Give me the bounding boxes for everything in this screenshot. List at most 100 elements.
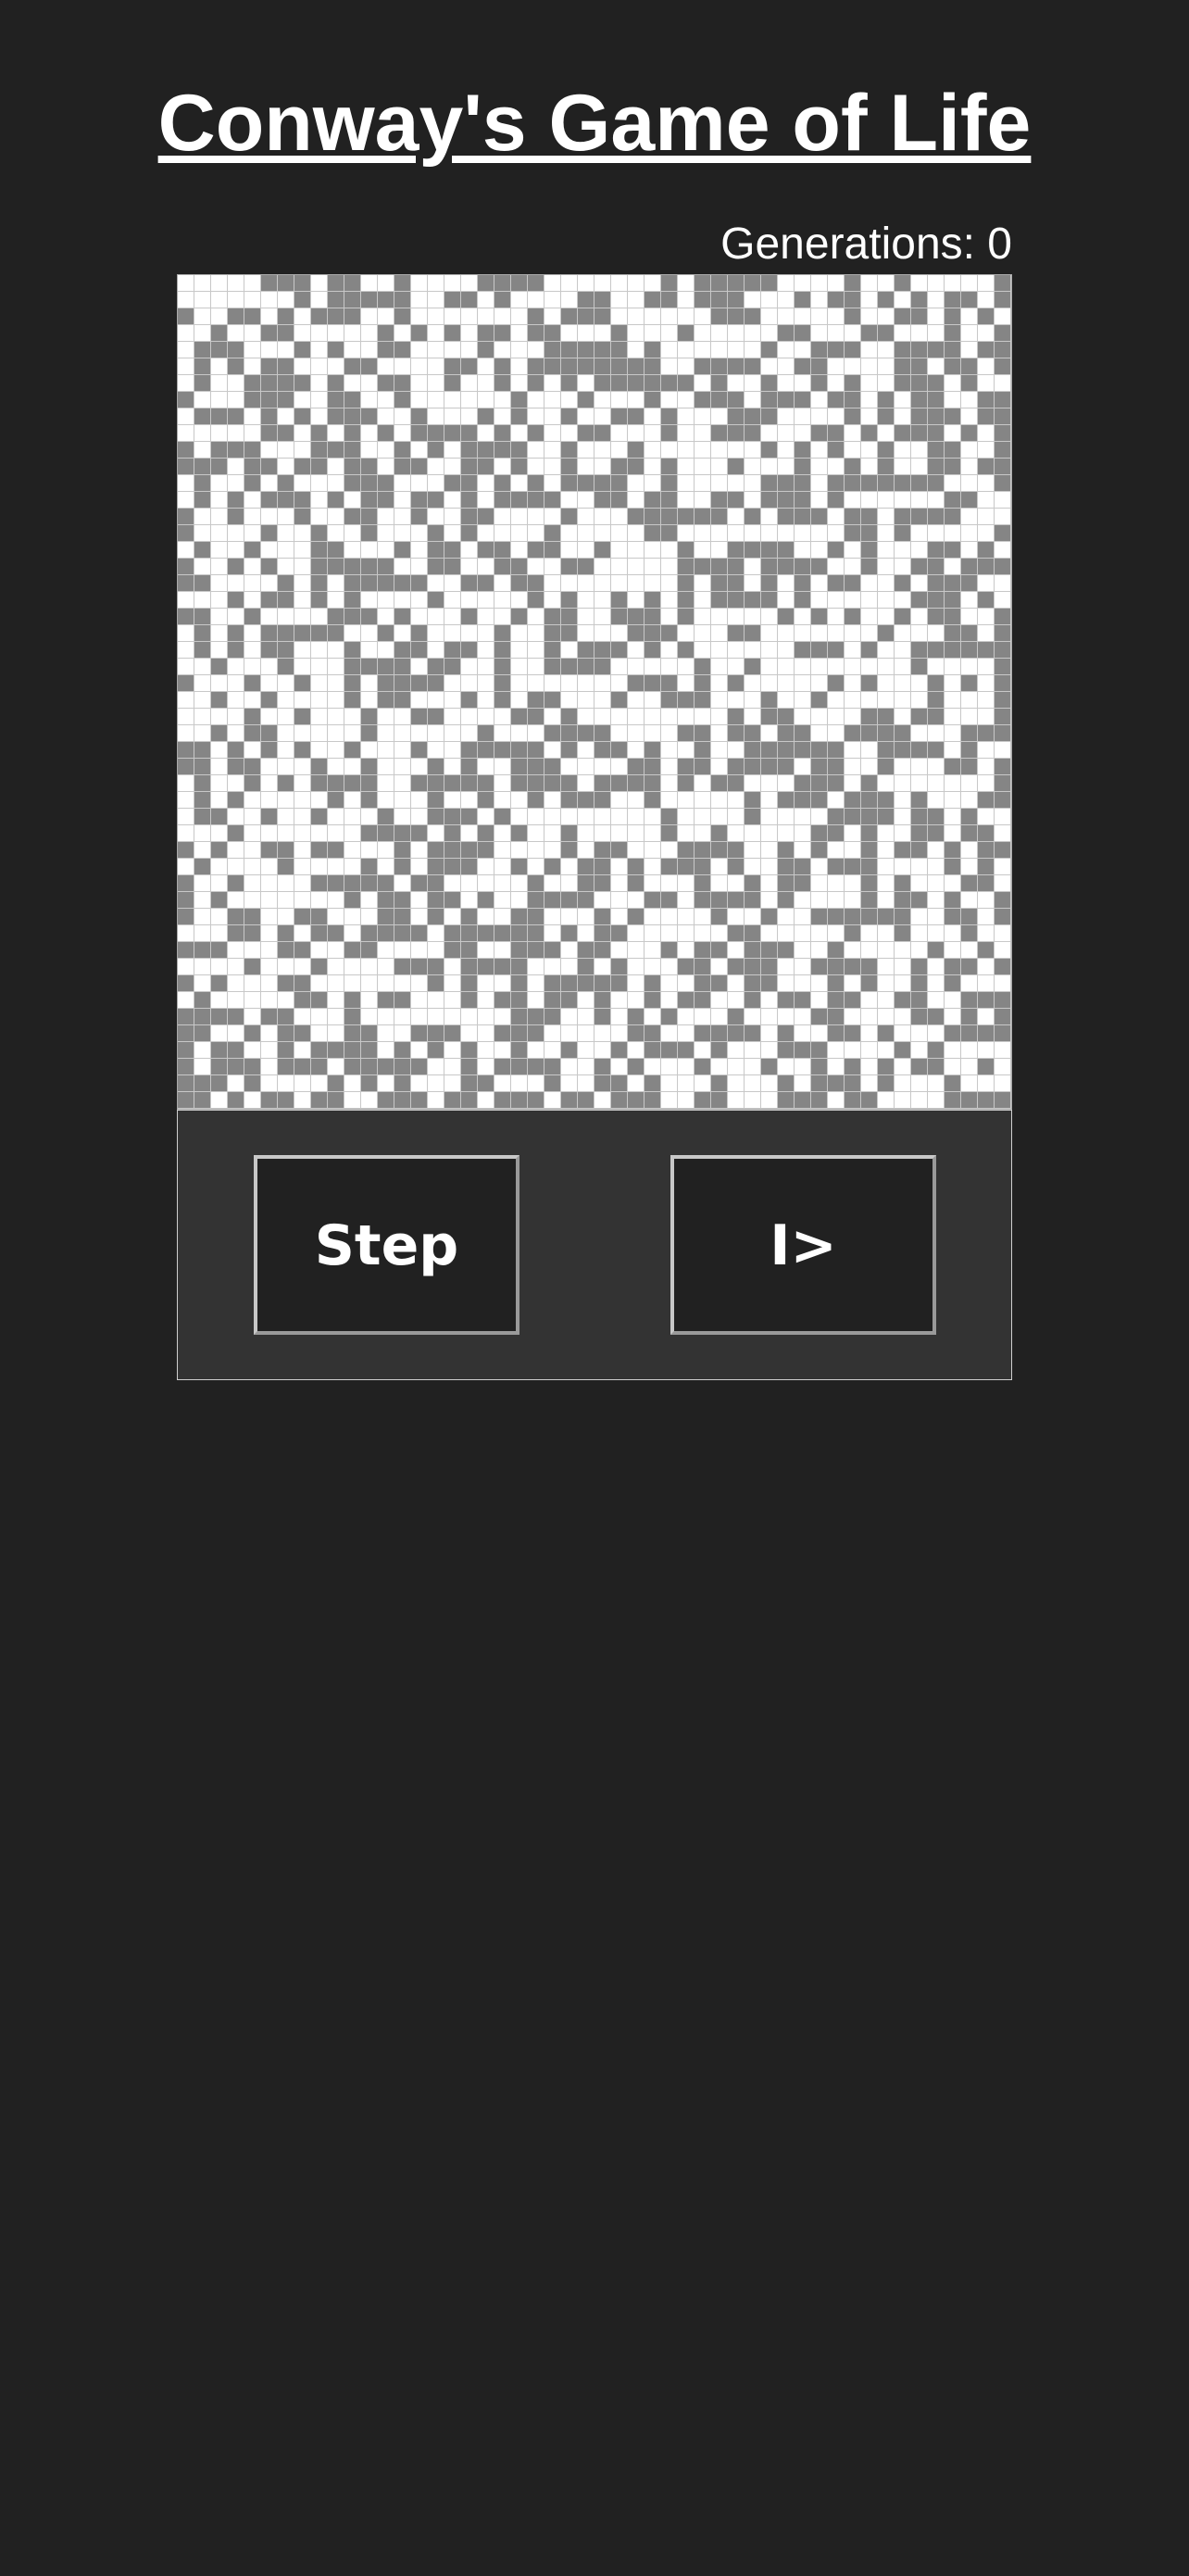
board-cell[interactable]: [645, 809, 661, 825]
board-cell[interactable]: [444, 342, 461, 358]
board-cell[interactable]: [311, 875, 328, 892]
board-cell[interactable]: [244, 909, 261, 925]
board-cell[interactable]: [578, 959, 594, 975]
board-cell[interactable]: [661, 875, 678, 892]
board-cell[interactable]: [194, 459, 211, 475]
board-cell[interactable]: [661, 275, 678, 292]
board-cell[interactable]: [294, 759, 311, 775]
board-cell[interactable]: [628, 575, 645, 592]
board-cell[interactable]: [344, 292, 361, 308]
board-cell[interactable]: [444, 775, 461, 792]
board-cell[interactable]: [378, 892, 394, 909]
board-cell[interactable]: [695, 408, 711, 425]
board-cell[interactable]: [194, 709, 211, 725]
board-cell[interactable]: [828, 709, 845, 725]
board-cell[interactable]: [261, 925, 278, 942]
board-cell[interactable]: [878, 1009, 895, 1025]
board-cell[interactable]: [228, 408, 244, 425]
board-cell[interactable]: [528, 692, 544, 709]
board-cell[interactable]: [678, 992, 695, 1009]
board-cell[interactable]: [778, 925, 795, 942]
board-cell[interactable]: [561, 475, 578, 492]
board-cell[interactable]: [578, 725, 594, 742]
board-cell[interactable]: [878, 925, 895, 942]
board-cell[interactable]: [361, 825, 378, 842]
board-cell[interactable]: [444, 308, 461, 325]
board-cell[interactable]: [194, 692, 211, 709]
board-cell[interactable]: [311, 992, 328, 1009]
board-cell[interactable]: [645, 609, 661, 625]
board-cell[interactable]: [244, 809, 261, 825]
board-cell[interactable]: [478, 909, 494, 925]
board-cell[interactable]: [761, 909, 778, 925]
board-cell[interactable]: [728, 325, 745, 342]
board-cell[interactable]: [261, 375, 278, 392]
board-cell[interactable]: [194, 792, 211, 809]
board-cell[interactable]: [845, 292, 861, 308]
board-cell[interactable]: [278, 892, 294, 909]
board-cell[interactable]: [178, 975, 194, 992]
board-cell[interactable]: [511, 942, 528, 959]
board-cell[interactable]: [428, 692, 444, 709]
board-cell[interactable]: [911, 1009, 928, 1025]
board-cell[interactable]: [978, 475, 995, 492]
board-cell[interactable]: [745, 892, 761, 909]
board-cell[interactable]: [578, 759, 594, 775]
board-cell[interactable]: [961, 775, 978, 792]
board-cell[interactable]: [311, 425, 328, 442]
board-cell[interactable]: [578, 592, 594, 609]
board-cell[interactable]: [795, 692, 811, 709]
board-cell[interactable]: [294, 1009, 311, 1025]
board-cell[interactable]: [278, 975, 294, 992]
board-cell[interactable]: [861, 892, 878, 909]
board-cell[interactable]: [945, 459, 961, 475]
board-cell[interactable]: [745, 742, 761, 759]
board-cell[interactable]: [211, 1092, 228, 1109]
board-cell[interactable]: [428, 925, 444, 942]
board-cell[interactable]: [311, 892, 328, 909]
board-cell[interactable]: [795, 659, 811, 675]
board-cell[interactable]: [861, 659, 878, 675]
board-cell[interactable]: [194, 442, 211, 459]
board-cell[interactable]: [678, 425, 695, 442]
board-cell[interactable]: [778, 275, 795, 292]
board-cell[interactable]: [278, 292, 294, 308]
board-cell[interactable]: [661, 492, 678, 509]
board-cell[interactable]: [761, 1009, 778, 1025]
board-cell[interactable]: [244, 492, 261, 509]
board-cell[interactable]: [695, 1025, 711, 1042]
board-cell[interactable]: [194, 308, 211, 325]
board-cell[interactable]: [261, 742, 278, 759]
board-cell[interactable]: [311, 592, 328, 609]
board-cell[interactable]: [244, 1092, 261, 1109]
board-cell[interactable]: [261, 392, 278, 408]
board-cell[interactable]: [178, 375, 194, 392]
board-cell[interactable]: [194, 959, 211, 975]
board-cell[interactable]: [795, 442, 811, 459]
board-cell[interactable]: [461, 859, 478, 875]
board-cell[interactable]: [861, 275, 878, 292]
board-cell[interactable]: [711, 492, 728, 509]
board-cell[interactable]: [278, 275, 294, 292]
board-cell[interactable]: [761, 642, 778, 659]
board-cell[interactable]: [294, 959, 311, 975]
board-cell[interactable]: [294, 575, 311, 592]
board-cell[interactable]: [194, 592, 211, 609]
board-cell[interactable]: [661, 825, 678, 842]
board-cell[interactable]: [945, 408, 961, 425]
board-cell[interactable]: [845, 959, 861, 975]
board-cell[interactable]: [728, 358, 745, 375]
board-cell[interactable]: [995, 692, 1011, 709]
board-cell[interactable]: [511, 275, 528, 292]
board-cell[interactable]: [544, 642, 561, 659]
board-cell[interactable]: [895, 692, 911, 709]
board-cell[interactable]: [278, 325, 294, 342]
board-cell[interactable]: [278, 425, 294, 442]
board-cell[interactable]: [561, 509, 578, 525]
board-cell[interactable]: [561, 859, 578, 875]
board-cell[interactable]: [178, 625, 194, 642]
board-cell[interactable]: [811, 809, 828, 825]
board-cell[interactable]: [811, 892, 828, 909]
board-cell[interactable]: [311, 525, 328, 542]
board-cell[interactable]: [178, 959, 194, 975]
